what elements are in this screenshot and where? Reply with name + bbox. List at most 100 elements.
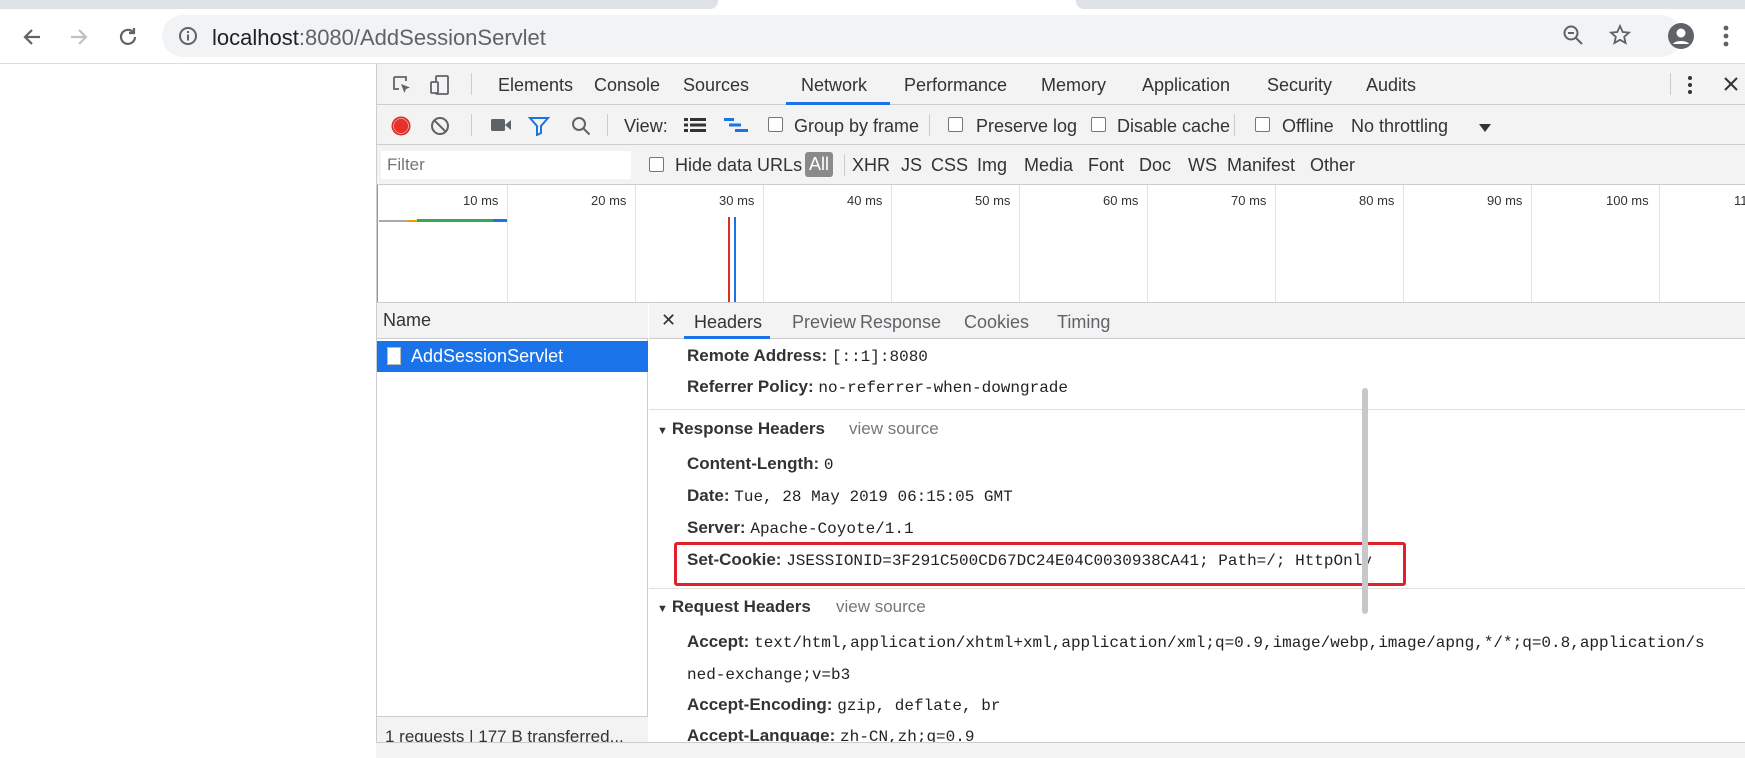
request-headers-toggle[interactable]: ▼ Request Headers bbox=[657, 597, 811, 617]
timeline-tick-label: 70 ms bbox=[1231, 193, 1267, 208]
devtools-panel: Elements Console Sources Network Perform… bbox=[376, 64, 1745, 758]
name-column-header[interactable]: Name bbox=[377, 303, 648, 339]
request-details: ✕ Headers Preview Response Cookies Timin… bbox=[649, 303, 1745, 758]
forward-arrow-icon[interactable] bbox=[65, 23, 93, 51]
filter-icon[interactable] bbox=[527, 116, 551, 141]
record-icon[interactable] bbox=[390, 115, 412, 142]
response-headers-toggle[interactable]: ▼ Response Headers bbox=[657, 419, 825, 439]
close-details-icon[interactable]: ✕ bbox=[661, 310, 676, 331]
timeline-tick-label: 11 bbox=[1734, 193, 1745, 208]
filter-type-img[interactable]: Img bbox=[977, 155, 1007, 176]
tab-performance[interactable]: Performance bbox=[904, 75, 1007, 96]
bookmark-star-icon[interactable] bbox=[1608, 23, 1632, 51]
header-key: Referrer Policy: bbox=[687, 377, 814, 396]
tab-separator bbox=[471, 73, 472, 95]
timeline-tick-label: 100 ms bbox=[1606, 193, 1649, 208]
back-arrow-icon[interactable] bbox=[18, 23, 46, 51]
tab-security[interactable]: Security bbox=[1267, 75, 1332, 96]
filter-type-js[interactable]: JS bbox=[901, 155, 922, 176]
tab-elements[interactable]: Elements bbox=[498, 75, 573, 96]
group-by-frame-checkbox[interactable] bbox=[768, 117, 783, 132]
request-row[interactable]: AddSessionServlet bbox=[377, 341, 648, 372]
timeline-gridline bbox=[891, 185, 892, 302]
filter-type-font[interactable]: Font bbox=[1088, 155, 1124, 176]
info-icon[interactable] bbox=[178, 26, 198, 51]
response-header-row: Server: Apache-Coyote/1.1 bbox=[687, 518, 914, 538]
search-icon[interactable] bbox=[571, 116, 591, 141]
header-value: no-referrer-when-downgrade bbox=[818, 379, 1068, 397]
header-value: gzip, deflate, br bbox=[837, 697, 1001, 715]
tab-network[interactable]: Network bbox=[801, 75, 867, 96]
device-toolbar-icon[interactable] bbox=[429, 74, 451, 101]
tab-audits[interactable]: Audits bbox=[1366, 75, 1416, 96]
group-by-frame-label: Group by frame bbox=[794, 116, 920, 136]
reload-icon[interactable] bbox=[114, 23, 142, 51]
header-key: Content-Length: bbox=[687, 454, 820, 473]
request-header-row: Accept-Encoding: gzip, deflate, br bbox=[687, 695, 1000, 715]
url-text[interactable]: localhost:8080/AddSessionServlet bbox=[212, 25, 546, 51]
view-source-link[interactable]: view source bbox=[849, 419, 939, 439]
header-value: Tue, 28 May 2019 06:15:05 GMT bbox=[734, 488, 1013, 506]
inspect-element-icon[interactable] bbox=[391, 74, 413, 101]
filter-type-manifest[interactable]: Manifest bbox=[1227, 155, 1295, 176]
filter-type-xhr[interactable]: XHR bbox=[852, 155, 890, 176]
tab-strip-right bbox=[1076, 0, 1745, 9]
browser-toolbar: localhost:8080/AddSessionServlet bbox=[0, 9, 1745, 64]
tab-memory[interactable]: Memory bbox=[1041, 75, 1106, 96]
toolbar-separator bbox=[471, 114, 472, 136]
toolbar-separator bbox=[607, 114, 608, 136]
waterfall-view-icon[interactable] bbox=[724, 117, 748, 138]
timeline-start-line bbox=[377, 185, 378, 302]
tab-timing[interactable]: Timing bbox=[1057, 312, 1110, 333]
offline-checkbox[interactable] bbox=[1255, 117, 1270, 132]
tab-console[interactable]: Console bbox=[594, 75, 660, 96]
tab-application[interactable]: Application bbox=[1142, 75, 1230, 96]
tab-headers[interactable]: Headers bbox=[694, 312, 762, 333]
tab-sources[interactable]: Sources bbox=[683, 75, 749, 96]
network-overview-timeline[interactable]: 10 ms 20 ms 30 ms 40 ms 50 ms 60 ms 70 m… bbox=[377, 185, 1745, 303]
timeline-tick-label: 60 ms bbox=[1103, 193, 1139, 208]
filter-type-all[interactable]: All bbox=[805, 152, 834, 177]
request-name: AddSessionServlet bbox=[411, 346, 564, 366]
timeline-tick-label: 90 ms bbox=[1487, 193, 1523, 208]
clear-icon[interactable] bbox=[430, 116, 450, 141]
devtools-drawer bbox=[376, 742, 1745, 758]
chrome-menu-icon[interactable] bbox=[1722, 22, 1730, 55]
zoom-icon[interactable] bbox=[1562, 24, 1584, 51]
throttling-select[interactable]: No throttling bbox=[1351, 116, 1448, 137]
tab-preview[interactable]: Preview bbox=[792, 312, 856, 333]
tab-separator-right bbox=[1670, 73, 1671, 95]
hide-data-urls-checkbox[interactable] bbox=[649, 157, 664, 172]
timeline-tick-label: 50 ms bbox=[975, 193, 1011, 208]
request-header-row: Accept: text/html,application/xhtml+xml,… bbox=[687, 632, 1705, 652]
close-devtools-icon[interactable] bbox=[1722, 75, 1740, 98]
timeline-tick-label: 80 ms bbox=[1359, 193, 1395, 208]
filter-type-css[interactable]: CSS bbox=[931, 155, 968, 176]
filter-type-ws[interactable]: WS bbox=[1188, 155, 1217, 176]
document-icon bbox=[387, 347, 401, 365]
devtools-tab-bar: Elements Console Sources Network Perform… bbox=[377, 64, 1745, 105]
large-rows-icon[interactable] bbox=[684, 117, 706, 138]
disable-cache-checkbox[interactable] bbox=[1091, 117, 1106, 132]
timeline-gridline bbox=[1019, 185, 1020, 302]
details-scrollbar[interactable] bbox=[1362, 388, 1368, 614]
view-source-link[interactable]: view source bbox=[836, 597, 926, 617]
timeline-gridline bbox=[1147, 185, 1148, 302]
tab-cookies[interactable]: Cookies bbox=[964, 312, 1029, 333]
preserve-log-checkbox[interactable] bbox=[948, 117, 963, 132]
header-key: Server: bbox=[687, 518, 746, 537]
capture-screenshots-icon[interactable] bbox=[490, 117, 512, 138]
filter-type-media[interactable]: Media bbox=[1024, 155, 1073, 176]
toolbar-separator bbox=[1234, 114, 1235, 136]
response-header-row: Content-Length: 0 bbox=[687, 454, 834, 474]
filter-type-doc[interactable]: Doc bbox=[1139, 155, 1171, 176]
tab-response[interactable]: Response bbox=[860, 312, 941, 333]
filter-type-other[interactable]: Other bbox=[1310, 155, 1355, 176]
address-bar[interactable]: localhost:8080/AddSessionServlet bbox=[162, 15, 1682, 57]
header-key: Remote Address: bbox=[687, 346, 828, 365]
timeline-gridline bbox=[635, 185, 636, 302]
chevron-down-icon[interactable] bbox=[1479, 120, 1491, 138]
account-avatar-icon[interactable] bbox=[1667, 22, 1695, 55]
filter-input[interactable] bbox=[381, 151, 631, 179]
more-options-icon[interactable] bbox=[1687, 74, 1693, 101]
